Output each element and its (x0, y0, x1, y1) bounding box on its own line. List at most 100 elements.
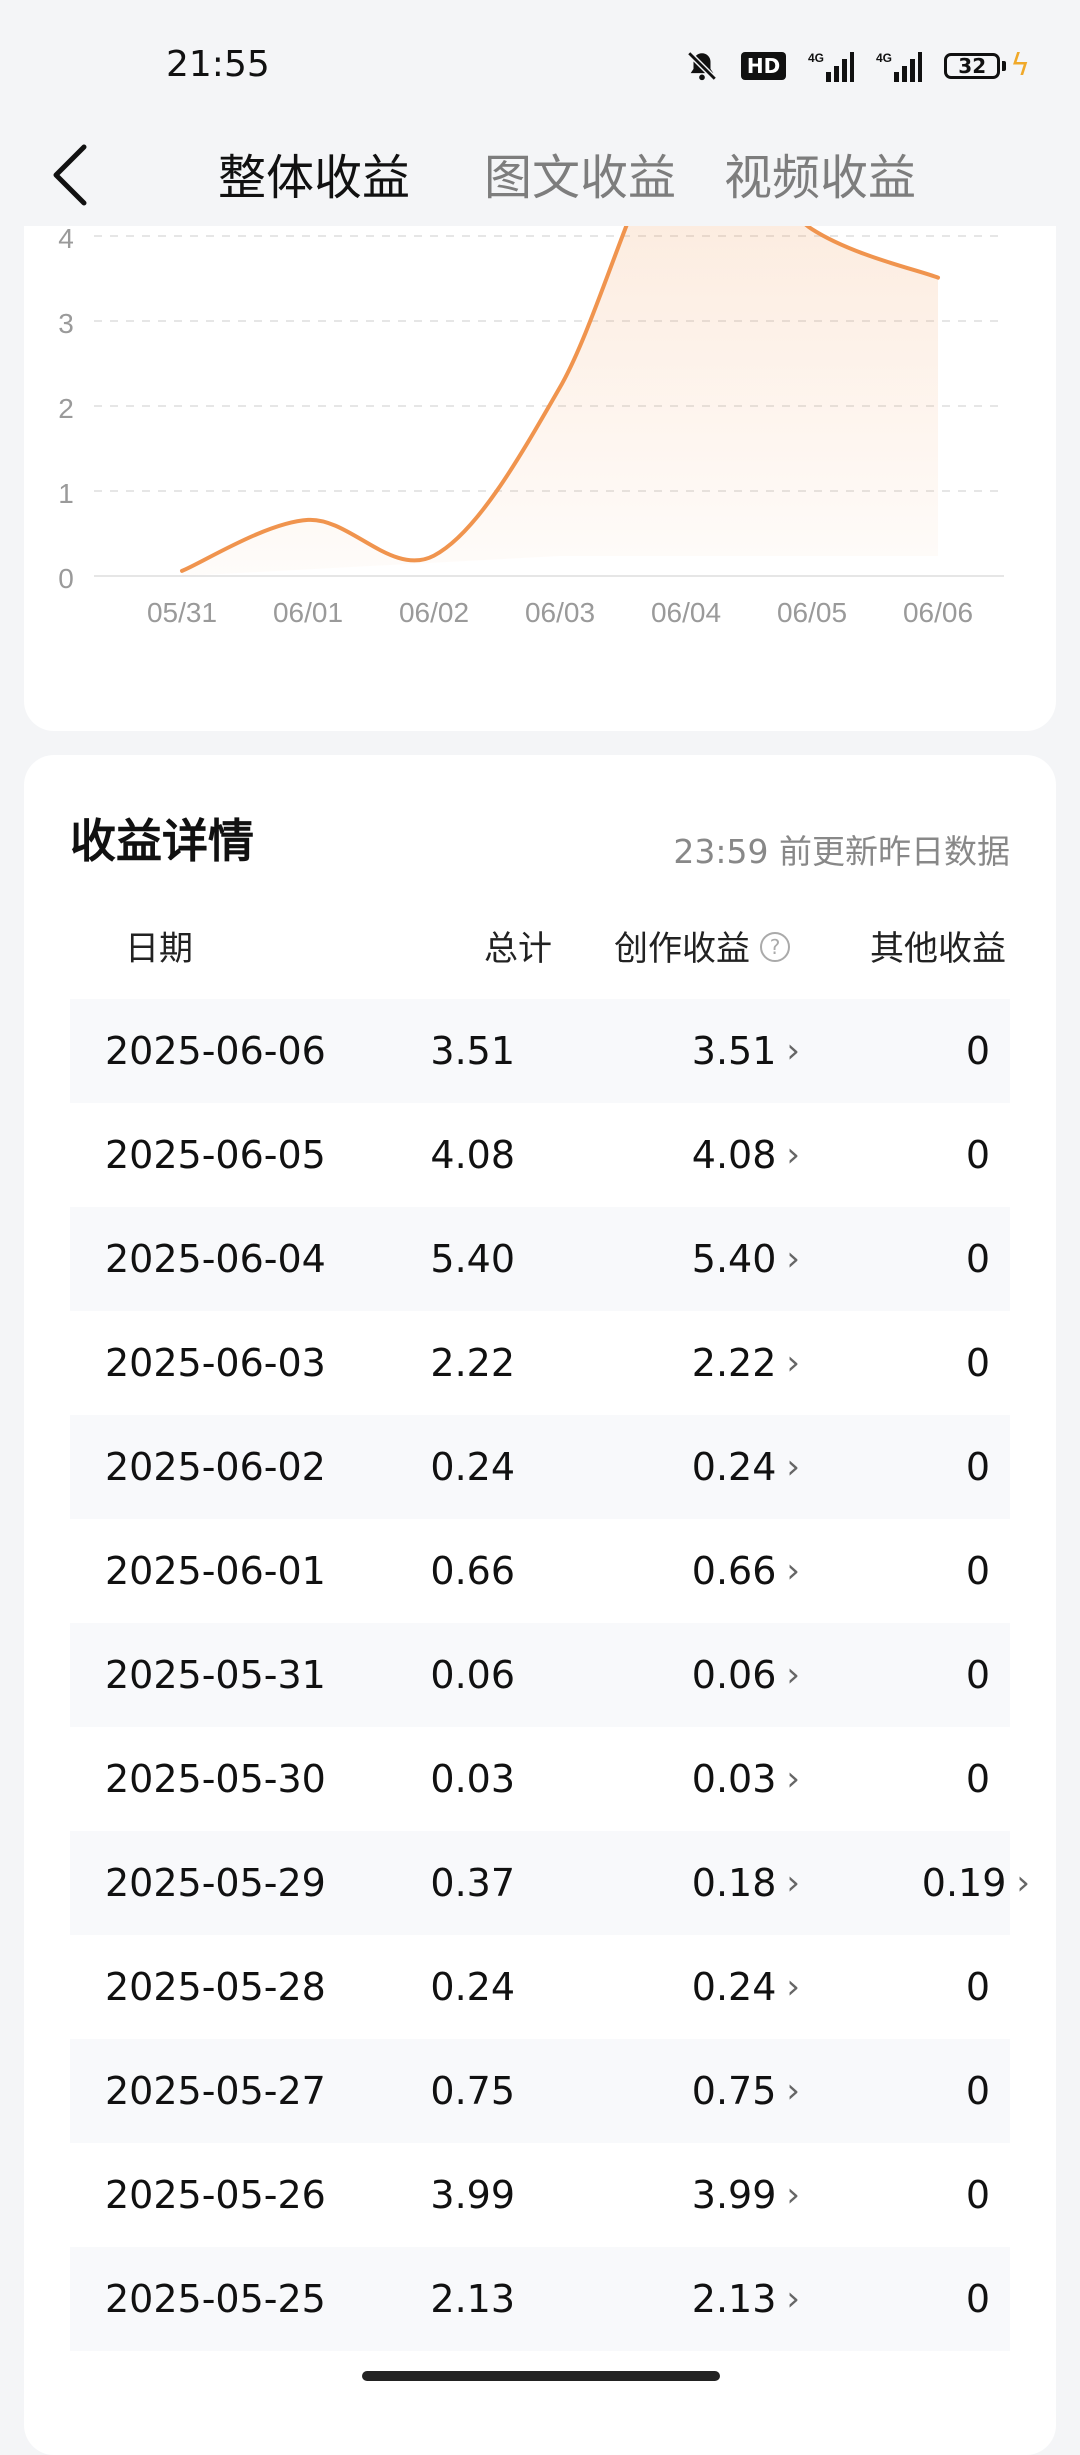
row-total-value: 3.99 (430, 2173, 515, 2217)
row-creation[interactable]: 5.40 › (550, 1237, 800, 1281)
row-date: 2025-06-03 (105, 1341, 326, 1385)
x-tick-label: 06/03 (525, 597, 595, 628)
update-note: 23:59 前更新昨日数据 (673, 832, 1010, 871)
row-creation-value: 0.18 (691, 1861, 777, 1905)
row-total: 0.03 (370, 1757, 515, 1801)
row-other-value: 0 (965, 1445, 990, 1489)
row-other[interactable]: 0.19 › (790, 1861, 1030, 1905)
data-point-06/02 (433, 555, 435, 557)
table-row[interactable]: 2025-05-29 0.37 0.18 › 0.19 › (70, 1831, 1030, 1935)
status-icons: HD 4G 4G 32 ϟ (685, 48, 1030, 83)
row-creation-value: 3.99 (691, 2173, 777, 2217)
row-total: 2.22 (370, 1341, 515, 1385)
data-point-06/05 (811, 228, 813, 230)
tab-article-earnings[interactable]: 图文收益 (484, 138, 676, 208)
row-total-value: 2.13 (430, 2277, 515, 2321)
y-tick-label: 1 (58, 478, 74, 509)
row-other: 0 (790, 2277, 990, 2321)
row-creation[interactable]: 3.99 › (550, 2173, 800, 2217)
signal-icon-2: 4G (876, 50, 923, 82)
row-creation-value: 0.06 (691, 1653, 777, 1697)
home-indicator[interactable] (362, 2371, 720, 2381)
row-creation[interactable]: 4.08 › (550, 1133, 800, 1177)
row-other-value: 0.19 (921, 1861, 1007, 1905)
x-tick-label: 06/02 (399, 597, 469, 628)
row-creation[interactable]: 0.18 › (550, 1861, 800, 1905)
earnings-chart-card: 0 1 2 3 4 05/31 06/01 06/02 06/03 06/04 06/05 06/06 (24, 226, 1056, 731)
tab-video-earnings[interactable]: 视频收益 (724, 138, 916, 208)
y-tick-label: 0 (58, 563, 74, 594)
table-row[interactable]: 2025-05-30 0.03 0.03 › 0 (70, 1727, 1010, 1831)
x-tick-label: 06/04 (651, 597, 721, 628)
row-other: 0 (790, 1965, 990, 2009)
row-creation[interactable]: 3.51 › (550, 1029, 800, 1073)
row-creation-value: 0.75 (691, 2069, 777, 2113)
table-row[interactable]: 2025-06-02 0.24 0.24 › 0 (70, 1415, 1010, 1519)
row-other: 0 (790, 1237, 990, 1281)
row-date: 2025-05-25 (105, 2277, 326, 2321)
table-row[interactable]: 2025-06-01 0.66 0.66 › 0 (70, 1519, 1010, 1623)
row-creation-value: 0.24 (691, 1965, 777, 2009)
x-tick-label: 05/31 (147, 597, 217, 628)
table-row[interactable]: 2025-05-28 0.24 0.24 › 0 (70, 1935, 1010, 2039)
data-point-06/01 (307, 519, 309, 521)
x-tick-label: 06/06 (903, 597, 973, 628)
table-row[interactable]: 2025-05-26 3.99 3.99 › 0 (70, 2143, 1010, 2247)
row-creation-value: 4.08 (691, 1133, 777, 1177)
row-creation[interactable]: 2.22 › (550, 1341, 800, 1385)
row-other: 0 (790, 2173, 990, 2217)
y-tick-label: 2 (58, 393, 74, 424)
data-point-05/31 (181, 570, 183, 572)
col-other: 其他收益 (870, 929, 1006, 969)
row-date-value: 2025-05-27 (105, 2069, 326, 2113)
earnings-detail-card: 收益详情 23:59 前更新昨日数据 日期 总计 创作收益? 其他收益 2025… (24, 755, 1056, 2455)
earnings-table: 2025-06-06 3.51 3.51 › 0 2025-06-05 4.08 4.08 › 0… (70, 999, 1030, 2351)
row-creation[interactable]: 0.75 › (550, 2069, 800, 2113)
row-total-value: 0.06 (430, 1653, 515, 1697)
row-total: 3.99 (370, 2173, 515, 2217)
row-creation[interactable]: 0.24 › (550, 1445, 800, 1489)
x-tick-label: 06/05 (777, 597, 847, 628)
table-row[interactable]: 2025-05-27 0.75 0.75 › 0 (70, 2039, 1010, 2143)
table-row[interactable]: 2025-05-25 2.13 2.13 › 0 (70, 2247, 1010, 2351)
tab-overall-earnings[interactable]: 整体收益 (218, 138, 410, 208)
table-row[interactable]: 2025-05-31 0.06 0.06 › 0 (70, 1623, 1010, 1727)
row-other: 0 (790, 1549, 990, 1593)
row-date: 2025-05-30 (105, 1757, 326, 1801)
row-date-value: 2025-06-01 (105, 1549, 326, 1593)
col-total: 总计 (484, 929, 552, 969)
network-label-2: 4G (876, 51, 892, 65)
row-date-value: 2025-06-03 (105, 1341, 326, 1385)
data-point-06/06 (937, 277, 939, 279)
row-creation[interactable]: 2.13 › (550, 2277, 800, 2321)
row-other: 0 (790, 1445, 990, 1489)
earnings-chart: 0 1 2 3 4 05/31 06/01 06/02 06/03 06/04 06/05 06/06 (58, 226, 1004, 628)
table-row[interactable]: 2025-06-05 4.08 4.08 › 0 (70, 1103, 1010, 1207)
table-row[interactable]: 2025-06-03 2.22 2.22 › 0 (70, 1311, 1010, 1415)
row-creation-value: 5.40 (691, 1237, 777, 1281)
row-other-value: 0 (965, 1965, 990, 2009)
signal-icon: 4G (808, 50, 855, 82)
row-creation[interactable]: 0.06 › (550, 1653, 800, 1697)
row-other-value: 0 (965, 1653, 990, 1697)
table-row[interactable]: 2025-06-04 5.40 5.40 › 0 (70, 1207, 1010, 1311)
row-date-value: 2025-05-31 (105, 1653, 326, 1697)
back-button[interactable] (40, 140, 100, 210)
row-creation[interactable]: 0.03 › (550, 1757, 800, 1801)
row-creation[interactable]: 0.24 › (550, 1965, 800, 2009)
row-other-value: 0 (965, 2173, 990, 2217)
table-row[interactable]: 2025-06-06 3.51 3.51 › 0 (70, 999, 1010, 1103)
status-bar: 21:55 HD 4G 4G 32 ϟ (0, 0, 1080, 130)
row-total: 0.66 (370, 1549, 515, 1593)
row-total-value: 0.24 (430, 1445, 515, 1489)
row-date-value: 2025-05-28 (105, 1965, 326, 2009)
row-date: 2025-05-26 (105, 2173, 326, 2217)
col-creation-label: 创作收益 (614, 929, 750, 969)
row-date-value: 2025-05-29 (105, 1861, 326, 1905)
row-other: 0 (790, 1029, 990, 1073)
row-creation[interactable]: 0.66 › (550, 1549, 800, 1593)
nav-bar: 整体收益 图文收益 视频收益 (0, 120, 1080, 230)
row-creation-value: 2.13 (691, 2277, 777, 2321)
help-icon[interactable]: ? (760, 931, 790, 962)
row-other-value: 0 (965, 2277, 990, 2321)
